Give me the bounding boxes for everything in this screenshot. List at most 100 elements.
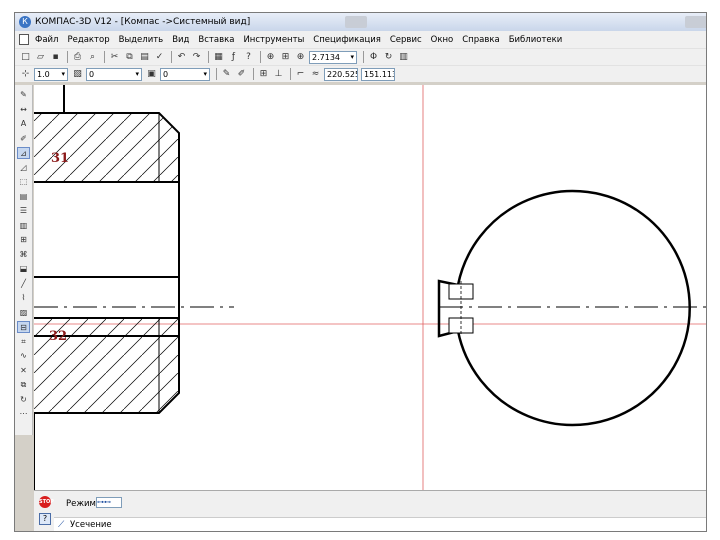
close-button[interactable] bbox=[685, 16, 706, 28]
trim-tool-icon[interactable]: ✕ bbox=[17, 365, 30, 377]
aux-line-icon[interactable]: ⊟ bbox=[17, 321, 30, 333]
style-icon[interactable]: ▣ bbox=[145, 68, 158, 81]
spline-icon[interactable]: ∿ bbox=[17, 350, 30, 362]
app-window: К КОМПАС-3D V12 - [Компас ->Системный ви… bbox=[14, 12, 707, 532]
local-cs-icon[interactable]: ⌐ bbox=[294, 68, 307, 81]
toolbar-separator bbox=[67, 51, 68, 63]
menu-file[interactable]: Файл bbox=[35, 35, 58, 45]
drawing-canvas[interactable]: 31 32 bbox=[34, 85, 706, 490]
undo-icon[interactable]: ↶ bbox=[175, 51, 188, 64]
contour-icon[interactable]: ⌗ bbox=[17, 336, 30, 348]
preview-icon[interactable]: ⌕ bbox=[86, 51, 99, 64]
round-icon[interactable]: ≈ bbox=[309, 68, 322, 81]
coord-x-field[interactable]: 220.525 bbox=[324, 67, 358, 81]
local-snap-icon[interactable]: ✐ bbox=[235, 68, 248, 81]
redo-icon[interactable]: ↷ bbox=[190, 51, 203, 64]
menu-select[interactable]: Выделить bbox=[119, 35, 164, 45]
menu-bar: Файл Редактор Выделить Вид Вставка Инстр… bbox=[15, 31, 706, 48]
line-icon[interactable]: ╱ bbox=[17, 278, 30, 290]
insert-icon[interactable]: ⊞ bbox=[17, 234, 30, 246]
kompas-logo-icon: К bbox=[19, 16, 31, 28]
menu-service[interactable]: Сервис bbox=[390, 35, 422, 45]
standard-toolbar: □ ▱ ▪ ⎙ ⌕ ✂ ⧉ ▤ ✓ ↶ ↷ ▦ ƒ ? ⊕ ⊞ ⊕ 2.7134… bbox=[15, 48, 706, 65]
ortho-icon[interactable]: ⊥ bbox=[272, 68, 285, 81]
snap-settings-icon[interactable]: ✎ bbox=[220, 68, 233, 81]
menu-libraries[interactable]: Библиотеки bbox=[509, 35, 563, 45]
menu-tools[interactable]: Инструменты bbox=[243, 35, 304, 45]
toolbar-separator bbox=[363, 51, 364, 63]
associative-views-icon[interactable]: ▤ bbox=[17, 191, 30, 203]
properties-toolbar: ⊹ 1.0 ▧ 0 ▣ 0 ✎ ✐ ⊞ ⊥ ⌐ ≈ 220.525 151.11… bbox=[15, 65, 706, 82]
cut-icon[interactable]: ✂ bbox=[108, 51, 121, 64]
open-icon[interactable]: ▱ bbox=[34, 51, 47, 64]
context-help-icon[interactable]: ? bbox=[242, 51, 255, 64]
polyline-icon[interactable]: ⌇ bbox=[17, 292, 30, 304]
toolbar-separator bbox=[290, 68, 291, 80]
trim-icon: ⟋ bbox=[58, 520, 65, 530]
layers-icon[interactable]: ▥ bbox=[397, 51, 410, 64]
new-document-icon[interactable]: □ bbox=[19, 51, 32, 64]
manager-icon[interactable]: ▦ bbox=[212, 51, 225, 64]
menu-view[interactable]: Вид bbox=[172, 35, 189, 45]
select-icon[interactable]: ⬚ bbox=[17, 176, 30, 188]
stop-icon[interactable]: STOP bbox=[39, 496, 54, 508]
toolbar-separator bbox=[260, 51, 261, 63]
reports-icon[interactable]: ▥ bbox=[17, 220, 30, 232]
geometry-icon[interactable]: ✎ bbox=[17, 89, 30, 101]
copy-icon[interactable]: ⧉ bbox=[123, 51, 136, 64]
toolbar-separator bbox=[208, 51, 209, 63]
print-icon[interactable]: ⎙ bbox=[71, 51, 84, 64]
drawing-svg bbox=[34, 85, 706, 490]
toolbar-separator bbox=[104, 51, 105, 63]
refresh-icon[interactable]: ↻ bbox=[382, 51, 395, 64]
toolbar-separator bbox=[216, 68, 217, 80]
snap-icon[interactable]: ⊹ bbox=[19, 68, 32, 81]
hatch-icon[interactable]: ▨ bbox=[17, 307, 30, 319]
edit-icon[interactable]: ✐ bbox=[17, 133, 30, 145]
menu-insert[interactable]: Вставка bbox=[198, 35, 234, 45]
minimize-button[interactable] bbox=[345, 16, 367, 28]
compact-toolbar: ✎ ↔ A ✐ ⊿ ◿ ⬚ ▤ ☰ ▥ ⊞ ⌘ ⬓ ╱ ⌇ ▨ ⊟ ⌗ ∿ ✕ … bbox=[15, 85, 33, 435]
document-icon bbox=[19, 34, 29, 45]
paste-icon[interactable]: ▤ bbox=[138, 51, 151, 64]
macro-icon[interactable]: ⌘ bbox=[17, 249, 30, 261]
layer-combo[interactable]: 0 bbox=[86, 67, 142, 81]
notation-icon[interactable]: A bbox=[17, 118, 30, 130]
zoom-combo[interactable]: 2.7134 bbox=[309, 50, 357, 64]
menu-specification[interactable]: Спецификация bbox=[313, 35, 381, 45]
spec-icon[interactable]: ☰ bbox=[17, 205, 30, 217]
rotate-tool-icon[interactable]: ↻ bbox=[17, 394, 30, 406]
menu-window[interactable]: Окно bbox=[431, 35, 454, 45]
scale-combo[interactable]: 1.0 bbox=[34, 67, 68, 81]
shaft-circle bbox=[456, 189, 691, 427]
save-icon[interactable]: ▪ bbox=[49, 51, 62, 64]
prompt-text: Усечение bbox=[70, 520, 112, 530]
toolbar-separator bbox=[253, 68, 254, 80]
zoom-in-icon[interactable]: ⊕ bbox=[294, 51, 307, 64]
coord-y-field[interactable]: 151.113 bbox=[361, 67, 395, 81]
variables-icon[interactable]: ƒ bbox=[227, 51, 240, 64]
help-icon[interactable]: ? bbox=[39, 513, 51, 525]
copy-tool-icon[interactable]: ⧉ bbox=[17, 379, 30, 391]
parametrization-icon[interactable]: ⊿ bbox=[17, 147, 30, 159]
more-tools-icon[interactable]: ⋯ bbox=[17, 408, 30, 420]
grid-icon[interactable]: ⊞ bbox=[257, 68, 270, 81]
pan-icon[interactable]: Φ bbox=[367, 51, 380, 64]
mode-label: Режим bbox=[66, 499, 96, 509]
properties-icon[interactable]: ✓ bbox=[153, 51, 166, 64]
zoom-window-icon[interactable]: ⊕ bbox=[264, 51, 277, 64]
measure-icon[interactable]: ◿ bbox=[17, 162, 30, 174]
menu-editor[interactable]: Редактор bbox=[67, 35, 109, 45]
layer-icon[interactable]: ▧ bbox=[71, 68, 84, 81]
menu-help[interactable]: Справка bbox=[462, 35, 499, 45]
dimensions-icon[interactable]: ↔ bbox=[17, 104, 30, 116]
point-label-31: 31 bbox=[51, 151, 70, 166]
window-title: КОМПАС-3D V12 - [Компас ->Системный вид] bbox=[35, 17, 251, 27]
toolbar-separator bbox=[171, 51, 172, 63]
fragment-icon[interactable]: ⬓ bbox=[17, 263, 30, 275]
prompt-bar: ⟋ Усечение bbox=[54, 517, 706, 531]
point-label-32: 32 bbox=[49, 329, 68, 344]
style-combo[interactable]: 0 bbox=[160, 67, 210, 81]
zoom-fit-icon[interactable]: ⊞ bbox=[279, 51, 292, 64]
mode-selector[interactable]: ⊶⊷ bbox=[96, 497, 122, 508]
